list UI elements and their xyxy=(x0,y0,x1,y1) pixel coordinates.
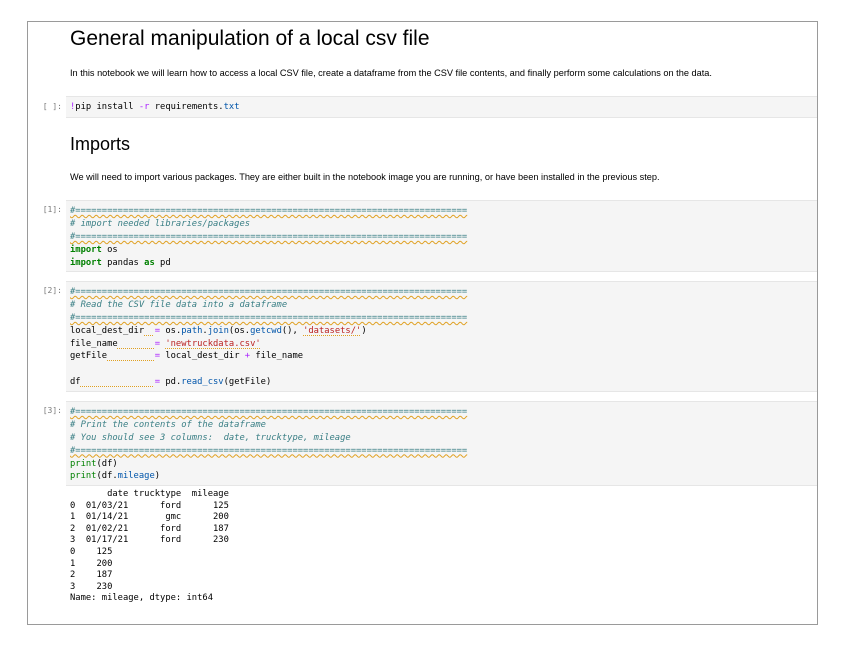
code-cell-print[interactable]: #=======================================… xyxy=(66,401,817,486)
notebook-panel: General manipulation of a local csv file… xyxy=(27,21,818,625)
page-title: General manipulation of a local csv file xyxy=(70,27,430,50)
code-line: #=======================================… xyxy=(70,407,468,417)
code-line: #=======================================… xyxy=(70,312,468,323)
output-line: 0 125 xyxy=(70,546,113,557)
output-line: 2 01/02/21 ford 187 xyxy=(70,523,229,534)
code-line: !pip install -r requirements.txt xyxy=(70,102,240,112)
cell-output: date trucktype mileage 0 01/03/21 ford 12… xyxy=(70,489,229,605)
section-heading-imports: Imports xyxy=(70,134,131,154)
code-line: file_name = 'newtruckdata.csv' xyxy=(70,338,261,349)
markdown-cell-imports-text[interactable]: We will need to import various packages.… xyxy=(70,172,660,182)
imports-text: We will need to import various packages.… xyxy=(70,172,660,182)
code-line: import pandas as pd xyxy=(70,257,171,268)
code-line: df = pd.read_csv(getFile) xyxy=(70,377,272,388)
code-cell-pip[interactable]: !pip install -r requirements.txt xyxy=(66,96,817,118)
output-line: 1 200 xyxy=(70,558,113,569)
code-line: # Print the contents of the dataframe xyxy=(70,419,266,430)
code-line: print(df.mileage) xyxy=(70,471,161,482)
code-line: # You should see 3 columns: date, truckt… xyxy=(70,432,351,443)
code-line: getFile = local_dest_dir + file_name xyxy=(70,351,304,362)
code-editor[interactable]: #=======================================… xyxy=(70,406,467,483)
output-line: 3 01/17/21 ford 230 xyxy=(70,535,229,546)
code-editor[interactable]: !pip install -r requirements.txt xyxy=(70,101,240,114)
markdown-cell-imports[interactable]: Imports xyxy=(70,134,130,155)
cell-prompt: [2]: xyxy=(42,286,62,295)
output-line: 3 230 xyxy=(70,581,113,592)
output-line: 0 01/03/21 ford 125 xyxy=(70,500,229,511)
code-line: #=======================================… xyxy=(70,206,468,216)
code-line: #=======================================… xyxy=(70,287,468,297)
code-line: #=======================================… xyxy=(70,445,468,456)
code-line: import os xyxy=(70,244,118,255)
intro-text: In this notebook we will learn how to ac… xyxy=(70,68,712,78)
cell-prompt: [1]: xyxy=(42,205,62,214)
code-cell-read-csv[interactable]: #=======================================… xyxy=(66,281,817,392)
markdown-cell-intro[interactable]: In this notebook we will learn how to ac… xyxy=(70,68,712,78)
output-line: date trucktype mileage xyxy=(70,489,229,499)
output-line: Name: mileage, dtype: int64 xyxy=(70,593,213,604)
code-cell-imports[interactable]: #=======================================… xyxy=(66,200,817,272)
cell-prompt: [3]: xyxy=(42,406,62,415)
output-line: 2 187 xyxy=(70,570,113,581)
code-editor[interactable]: #=======================================… xyxy=(70,205,467,269)
code-editor[interactable]: #=======================================… xyxy=(70,286,467,389)
code-line: # Read the CSV file data into a datafram… xyxy=(70,299,288,310)
cell-prompt: [ ]: xyxy=(42,102,62,111)
code-line: local_dest_dir = os.path.join(os.getcwd(… xyxy=(70,325,367,336)
markdown-cell-title[interactable]: General manipulation of a local csv file xyxy=(70,27,430,51)
code-line: print(df) xyxy=(70,458,118,469)
code-line: #=======================================… xyxy=(70,231,468,242)
code-line: # import needed libraries/packages xyxy=(70,218,251,229)
output-line: 1 01/14/21 gmc 200 xyxy=(70,512,229,523)
